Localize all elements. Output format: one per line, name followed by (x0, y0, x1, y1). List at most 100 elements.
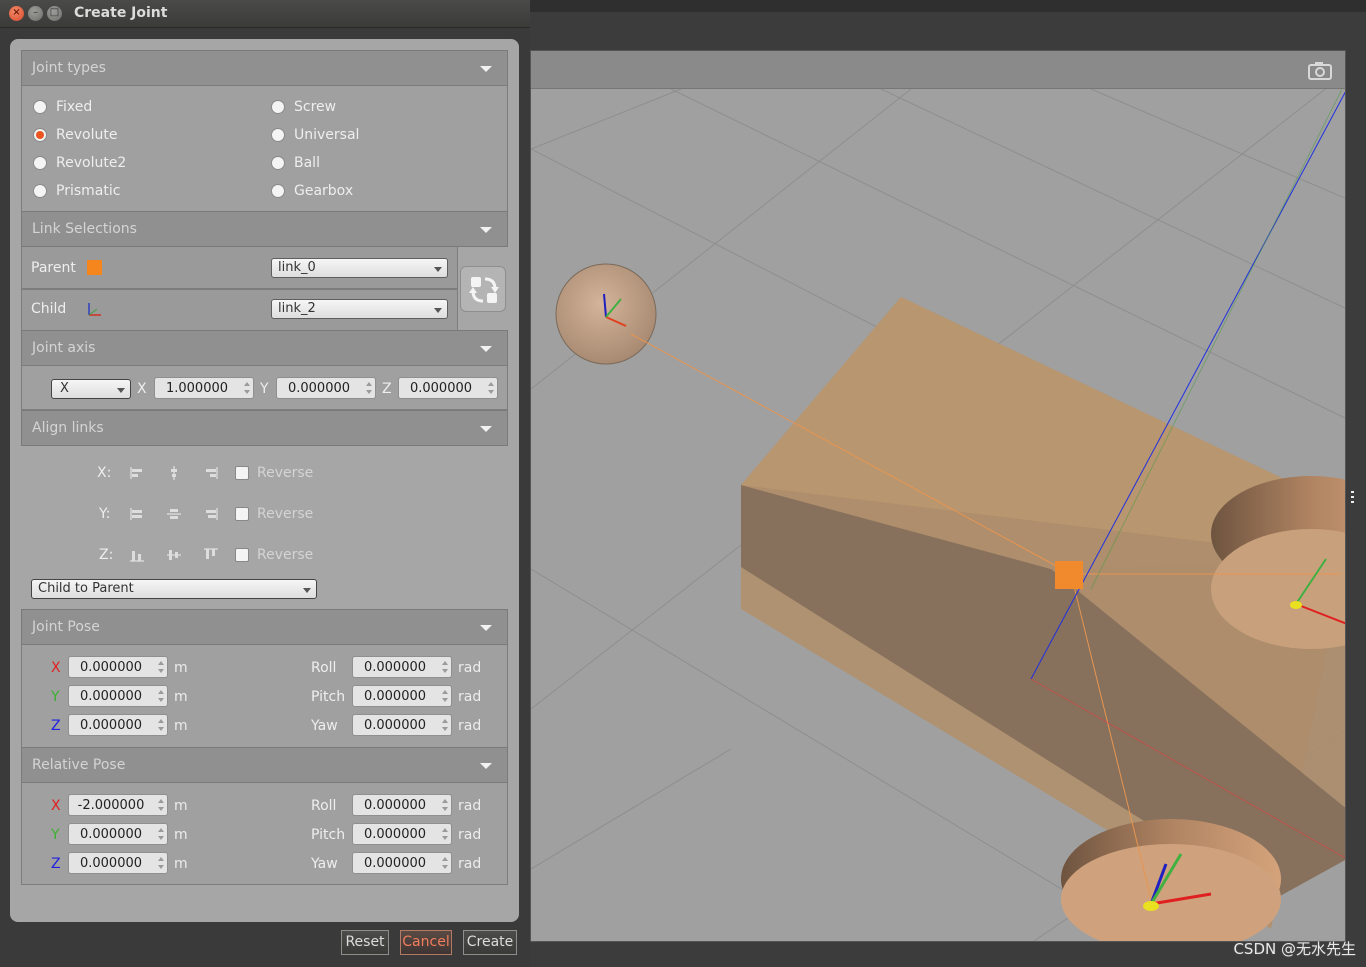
radio-universal[interactable]: Universal (271, 127, 359, 143)
unit-label: rad (458, 660, 482, 676)
relative-pose-x-input[interactable]: -2.000000 (68, 794, 168, 816)
spin-up-icon[interactable] (442, 799, 448, 803)
joint-pose-y-label: Y (51, 689, 60, 705)
section-header-joint-pose[interactable]: Joint Pose (21, 609, 508, 645)
spin-up-icon[interactable] (158, 661, 164, 665)
spin-up-icon[interactable] (488, 382, 494, 386)
spin-down-icon[interactable] (158, 865, 164, 869)
radio-dot-checked (33, 128, 47, 142)
child-link-select[interactable]: link_2 (271, 299, 448, 319)
align-x-center-icon[interactable] (166, 465, 182, 481)
align-mode-select[interactable]: Child to Parent (31, 579, 317, 599)
spin-down-icon[interactable] (158, 836, 164, 840)
section-header-align-links[interactable]: Align links (21, 410, 508, 446)
scene-viewport[interactable] (530, 50, 1346, 942)
cancel-button[interactable]: Cancel (400, 930, 452, 955)
spin-down-icon[interactable] (442, 727, 448, 731)
spin-up-icon[interactable] (158, 857, 164, 861)
spin-up-icon[interactable] (158, 719, 164, 723)
spin-up-icon[interactable] (244, 382, 250, 386)
align-z-center-icon[interactable] (166, 547, 182, 563)
spin-up-icon[interactable] (442, 661, 448, 665)
relative-pose-y-input[interactable]: 0.000000 (68, 823, 168, 845)
section-header-link-selections[interactable]: Link Selections (21, 211, 508, 247)
align-x-min-icon[interactable] (129, 465, 145, 481)
axis-x-input[interactable]: 1.000000 (154, 377, 254, 399)
spin-down-icon[interactable] (158, 727, 164, 731)
spin-down-icon[interactable] (158, 807, 164, 811)
radio-prismatic[interactable]: Prismatic (33, 183, 120, 199)
radio-revolute[interactable]: Revolute (33, 127, 117, 143)
align-z-min-icon[interactable] (129, 547, 145, 563)
section-header-joint-types[interactable]: Joint types (21, 50, 508, 86)
minimize-icon[interactable]: – (28, 6, 43, 21)
unit-label: m (174, 827, 188, 843)
relative-pose-roll-input[interactable]: 0.000000 (352, 794, 452, 816)
align-y-center-icon[interactable] (166, 506, 182, 522)
spin-up-icon[interactable] (158, 799, 164, 803)
spin-up-icon[interactable] (442, 690, 448, 694)
spin-down-icon[interactable] (366, 390, 372, 394)
joint-pose-pitch-label: Pitch (311, 689, 346, 705)
section-header-joint-axis[interactable]: Joint axis (21, 330, 508, 366)
camera-icon[interactable] (1307, 59, 1333, 81)
splitter-handle[interactable] (1350, 490, 1356, 504)
radio-screw[interactable]: Screw (271, 99, 336, 115)
spin-down-icon[interactable] (442, 698, 448, 702)
axis-z-input[interactable]: 0.000000 (398, 377, 498, 399)
unit-label: m (174, 856, 188, 872)
align-y-min-icon[interactable] (129, 506, 145, 522)
joint-pose-y-input[interactable]: 0.000000 (68, 685, 168, 707)
maximize-icon[interactable]: □ (47, 6, 62, 21)
spin-down-icon[interactable] (442, 865, 448, 869)
relative-pose-z-input[interactable]: 0.000000 (68, 852, 168, 874)
spin-down-icon[interactable] (488, 390, 494, 394)
align-y-max-icon[interactable] (203, 506, 219, 522)
unit-label: m (174, 660, 188, 676)
relative-pose-yaw-label: Yaw (311, 856, 338, 872)
reset-button[interactable]: Reset (341, 930, 389, 955)
spin-up-icon[interactable] (442, 857, 448, 861)
align-x-reverse-checkbox[interactable] (235, 466, 249, 480)
radio-revolute2[interactable]: Revolute2 (33, 155, 126, 171)
relative-pose-pitch-input[interactable]: 0.000000 (352, 823, 452, 845)
create-button[interactable]: Create (463, 930, 517, 955)
section-title: Joint Pose (32, 619, 100, 635)
close-icon[interactable]: × (9, 6, 24, 21)
spin-down-icon[interactable] (158, 698, 164, 702)
spin-down-icon[interactable] (158, 669, 164, 673)
scene-render[interactable] (531, 89, 1346, 942)
joint-pose-yaw-input[interactable]: 0.000000 (352, 714, 452, 736)
align-z-reverse-checkbox[interactable] (235, 548, 249, 562)
align-x-max-icon[interactable] (203, 465, 219, 481)
dialog-titlebar[interactable]: × – □ Create Joint (0, 0, 530, 28)
swap-links-button[interactable] (460, 266, 506, 312)
spin-up-icon[interactable] (442, 828, 448, 832)
joint-pose-pitch-input[interactable]: 0.000000 (352, 685, 452, 707)
spin-up-icon[interactable] (158, 690, 164, 694)
joint-marker (1055, 561, 1083, 589)
joint-pose-roll-input[interactable]: 0.000000 (352, 656, 452, 678)
axis-y-input[interactable]: 0.000000 (276, 377, 376, 399)
relative-pose-yaw-input[interactable]: 0.000000 (352, 852, 452, 874)
spin-down-icon[interactable] (442, 807, 448, 811)
spin-down-icon[interactable] (244, 390, 250, 394)
radio-dot (271, 156, 285, 170)
axis-preset-select[interactable]: X (51, 379, 131, 399)
radio-gearbox[interactable]: Gearbox (271, 183, 353, 199)
spin-down-icon[interactable] (442, 669, 448, 673)
section-header-relative-pose[interactable]: Relative Pose (21, 747, 508, 783)
align-z-max-icon[interactable] (203, 547, 219, 563)
align-y-reverse-checkbox[interactable] (235, 507, 249, 521)
top-toolbar-strip (530, 0, 1366, 12)
joint-pose-x-input[interactable]: 0.000000 (68, 656, 168, 678)
joint-pose-z-input[interactable]: 0.000000 (68, 714, 168, 736)
spin-up-icon[interactable] (366, 382, 372, 386)
spin-up-icon[interactable] (158, 828, 164, 832)
radio-ball[interactable]: Ball (271, 155, 320, 171)
spin-down-icon[interactable] (442, 836, 448, 840)
spin-up-icon[interactable] (442, 719, 448, 723)
parent-link-select[interactable]: link_0 (271, 258, 448, 278)
unit-label: rad (458, 689, 482, 705)
radio-fixed[interactable]: Fixed (33, 99, 92, 115)
